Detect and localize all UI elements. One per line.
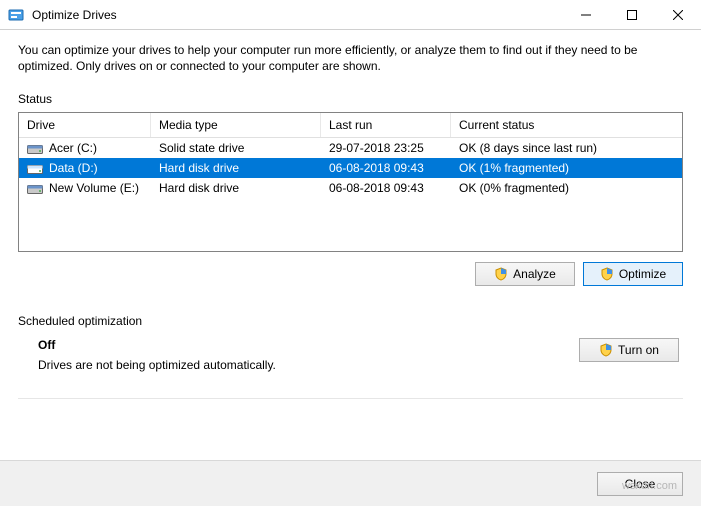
- drive-lastrun: 06-08-2018 09:43: [321, 179, 451, 197]
- description-text: You can optimize your drives to help you…: [18, 42, 683, 74]
- list-header: Drive Media type Last run Current status: [19, 113, 682, 138]
- table-row[interactable]: Acer (C:) Solid state drive29-07-2018 23:…: [19, 138, 682, 158]
- table-row[interactable]: Data (D:) Hard disk drive06-08-2018 09:43…: [19, 158, 682, 178]
- title-bar: Optimize Drives: [0, 0, 701, 30]
- scheduled-state: Off: [38, 338, 276, 352]
- turn-on-label: Turn on: [618, 343, 659, 357]
- app-icon: [8, 7, 24, 23]
- minimize-button[interactable]: [563, 0, 609, 30]
- close-label: Close: [625, 477, 656, 491]
- drive-status: OK (0% fragmented): [451, 179, 682, 197]
- footer: Close: [0, 460, 701, 506]
- drive-status: OK (8 days since last run): [451, 139, 682, 157]
- analyze-label: Analyze: [513, 267, 556, 281]
- drive-icon: [27, 142, 43, 154]
- turn-on-button[interactable]: Turn on: [579, 338, 679, 362]
- drives-list[interactable]: Drive Media type Last run Current status…: [18, 112, 683, 252]
- divider: [18, 398, 683, 399]
- drive-lastrun: 06-08-2018 09:43: [321, 159, 451, 177]
- shield-icon: [494, 267, 508, 281]
- close-dialog-button[interactable]: Close: [597, 472, 683, 496]
- col-status[interactable]: Current status: [451, 113, 682, 137]
- optimize-label: Optimize: [619, 267, 666, 281]
- analyze-button[interactable]: Analyze: [475, 262, 575, 286]
- scheduled-desc: Drives are not being optimized automatic…: [38, 358, 276, 372]
- scheduled-label: Scheduled optimization: [18, 314, 683, 328]
- table-row[interactable]: New Volume (E:) Hard disk drive06-08-2018…: [19, 178, 682, 198]
- status-label: Status: [18, 92, 683, 106]
- drive-name: Data (D:): [49, 161, 98, 175]
- close-button[interactable]: [655, 0, 701, 30]
- optimize-button[interactable]: Optimize: [583, 262, 683, 286]
- col-drive[interactable]: Drive: [19, 113, 151, 137]
- drive-name: Acer (C:): [49, 141, 97, 155]
- drive-name: New Volume (E:): [49, 181, 139, 195]
- window-title: Optimize Drives: [32, 8, 563, 22]
- drive-lastrun: 29-07-2018 23:25: [321, 139, 451, 157]
- col-lastrun[interactable]: Last run: [321, 113, 451, 137]
- shield-icon: [599, 343, 613, 357]
- drive-media: Hard disk drive: [151, 179, 321, 197]
- drive-media: Solid state drive: [151, 139, 321, 157]
- col-media[interactable]: Media type: [151, 113, 321, 137]
- shield-icon: [600, 267, 614, 281]
- drive-media: Hard disk drive: [151, 159, 321, 177]
- drive-icon: [27, 182, 43, 194]
- drive-icon: [27, 162, 43, 174]
- drive-status: OK (1% fragmented): [451, 159, 682, 177]
- maximize-button[interactable]: [609, 0, 655, 30]
